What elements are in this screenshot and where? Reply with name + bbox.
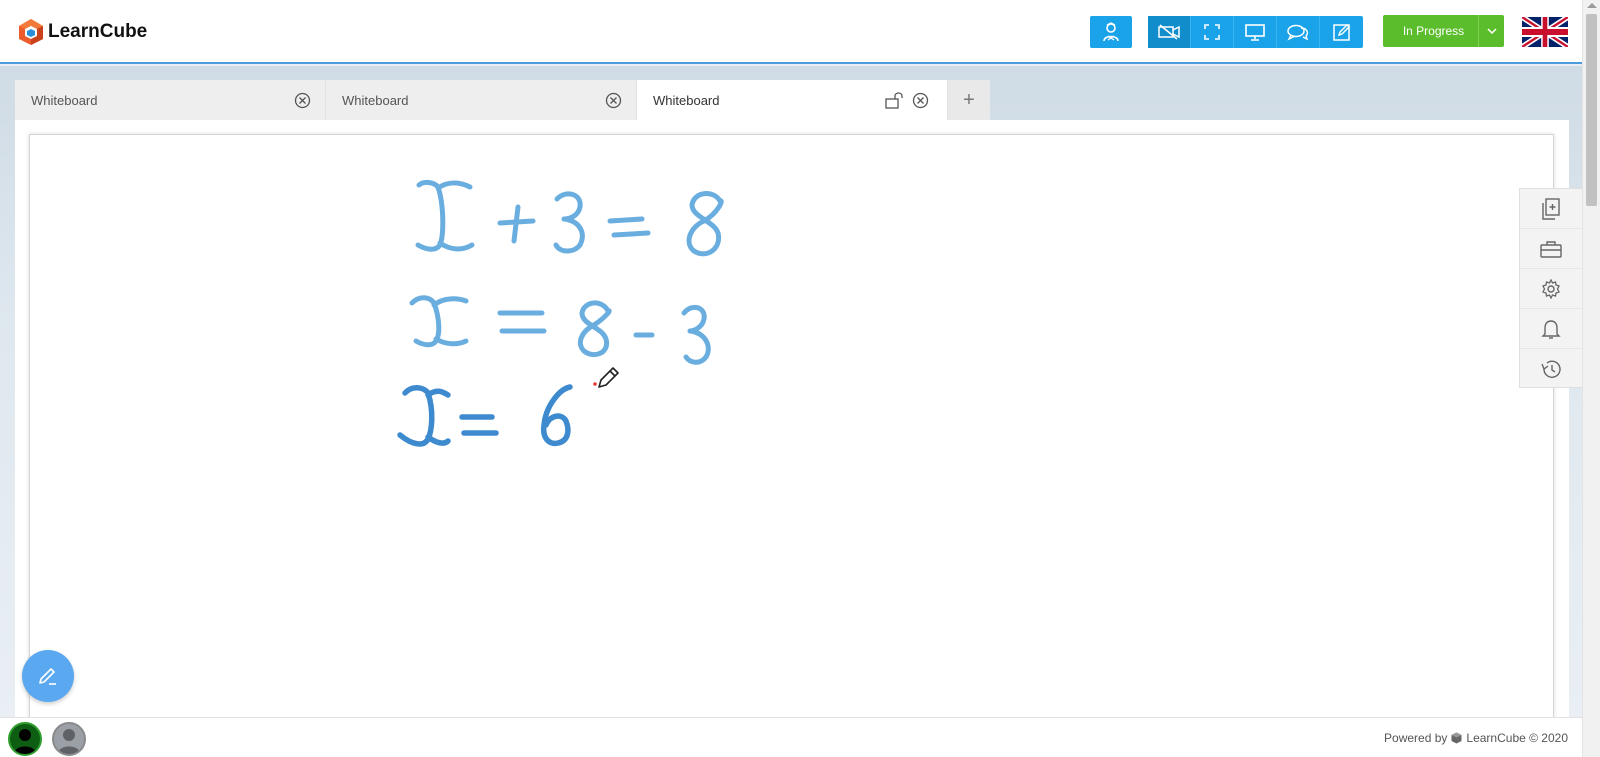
toolbox-button[interactable] <box>1520 229 1582 269</box>
chat-icon <box>1287 24 1309 41</box>
powered-by-label: Powered by <box>1384 731 1448 745</box>
scroll-thumb[interactable] <box>1586 14 1597 206</box>
notification-bell-icon <box>1541 319 1561 339</box>
chevron-down-icon[interactable] <box>1478 15 1504 47</box>
history-button[interactable] <box>1520 349 1582 389</box>
pen-icon <box>39 668 56 685</box>
fullscreen-icon <box>1204 24 1220 40</box>
top-header: LearnCube In Progress <box>0 0 1600 64</box>
screen-share-icon <box>1245 23 1265 41</box>
whiteboard-canvas[interactable] <box>29 134 1554 724</box>
whiteboard-edit-button[interactable] <box>1320 16 1363 48</box>
tab-label: Whiteboard <box>653 93 720 108</box>
handwritten-equations <box>397 179 724 447</box>
add-page-icon <box>1542 197 1560 220</box>
tab-whiteboard-2[interactable]: Whiteboard <box>326 80 637 120</box>
video-off-icon <box>1158 24 1180 40</box>
scroll-up-arrow-icon[interactable] <box>1587 3 1597 8</box>
tab-whiteboard-1[interactable]: Whiteboard <box>15 80 326 120</box>
logo-text: LearnCube <box>48 21 148 42</box>
logo-cube-icon <box>19 19 43 45</box>
participant-avatar-teacher[interactable] <box>8 722 42 756</box>
board-tool-panel <box>1519 188 1582 388</box>
close-tab-icon[interactable] <box>912 92 929 109</box>
whiteboard-tabs: Whiteboard Whiteboard Whiteboard + <box>15 80 990 120</box>
add-tab-button[interactable]: + <box>948 80 990 120</box>
footer: Powered by LearnCube © 2020 <box>0 717 1582 757</box>
cube-icon <box>1451 732 1462 744</box>
uk-flag-icon[interactable] <box>1522 17 1568 47</box>
powered-by: Powered by LearnCube © 2020 <box>1384 731 1568 745</box>
close-tab-icon[interactable] <box>294 92 311 109</box>
teacher-icon <box>1103 22 1119 42</box>
tab-whiteboard-3[interactable]: Whiteboard <box>637 80 948 120</box>
lesson-status-dropdown[interactable]: In Progress <box>1383 15 1504 47</box>
status-label: In Progress <box>1402 24 1465 38</box>
notifications-button[interactable] <box>1520 309 1582 349</box>
toolbox-icon <box>1540 240 1562 258</box>
history-icon <box>1541 360 1561 378</box>
whiteboard-edit-icon <box>1332 24 1350 41</box>
user-silhouette-icon <box>58 729 80 754</box>
pen-cursor-icon <box>598 367 619 388</box>
session-toolbar <box>1148 16 1363 48</box>
close-tab-icon[interactable] <box>605 92 622 109</box>
settings-button[interactable] <box>1520 269 1582 309</box>
add-page-button[interactable] <box>1520 189 1582 229</box>
tab-label: Whiteboard <box>342 93 409 108</box>
fullscreen-button[interactable] <box>1191 16 1234 48</box>
screen-share-button[interactable] <box>1234 16 1277 48</box>
unlock-icon[interactable] <box>885 91 905 109</box>
tab-label: Whiteboard <box>31 93 98 108</box>
powered-by-brand[interactable]: LearnCube © 2020 <box>1466 731 1568 745</box>
video-toggle-button[interactable] <box>1148 16 1191 48</box>
draw-tool-button[interactable] <box>22 650 74 702</box>
settings-icon <box>1542 278 1560 299</box>
page-scrollbar[interactable] <box>1582 0 1600 757</box>
user-silhouette-icon <box>14 729 36 754</box>
participant-avatar-student[interactable] <box>52 722 86 756</box>
learncube-logo[interactable]: LearnCube <box>18 18 147 46</box>
chat-button[interactable] <box>1277 16 1320 48</box>
teacher-button[interactable] <box>1090 16 1132 48</box>
